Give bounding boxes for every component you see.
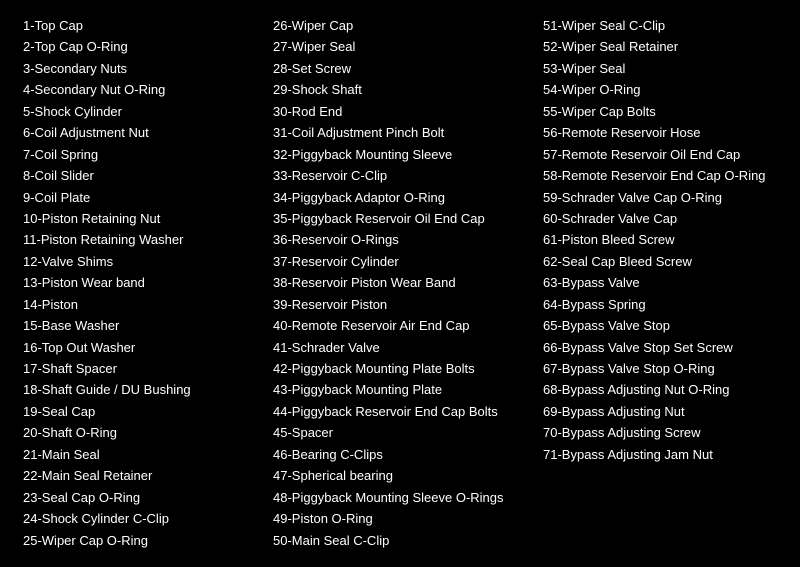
list-item: 33-Reservoir C-Clip: [273, 165, 527, 186]
list-item: 52-Wiper Seal Retainer: [543, 36, 777, 57]
list-item: 30-Rod End: [273, 101, 527, 122]
list-item: 13-Piston Wear band: [23, 272, 257, 293]
list-item: 53-Wiper Seal: [543, 58, 777, 79]
list-item: 14-Piston: [23, 294, 257, 315]
list-item: 59-Schrader Valve Cap O-Ring: [543, 187, 777, 208]
list-item: 20-Shaft O-Ring: [23, 422, 257, 443]
list-item: 49-Piston O-Ring: [273, 508, 527, 529]
list-item: 61-Piston Bleed Screw: [543, 229, 777, 250]
list-item: 56-Remote Reservoir Hose: [543, 122, 777, 143]
list-item: 60-Schrader Valve Cap: [543, 208, 777, 229]
list-item: 50-Main Seal C-Clip: [273, 530, 527, 551]
list-item: 48-Piggyback Mounting Sleeve O-Rings: [273, 487, 527, 508]
list-item: 17-Shaft Spacer: [23, 358, 257, 379]
list-item: 28-Set Screw: [273, 58, 527, 79]
list-item: 66-Bypass Valve Stop Set Screw: [543, 337, 777, 358]
list-item: 26-Wiper Cap: [273, 15, 527, 36]
list-item: 23-Seal Cap O-Ring: [23, 487, 257, 508]
list-item: 21-Main Seal: [23, 444, 257, 465]
list-item: 34-Piggyback Adaptor O-Ring: [273, 187, 527, 208]
list-item: 4-Secondary Nut O-Ring: [23, 79, 257, 100]
list-item: 37-Reservoir Cylinder: [273, 251, 527, 272]
list-item: 27-Wiper Seal: [273, 36, 527, 57]
list-item: 44-Piggyback Reservoir End Cap Bolts: [273, 401, 527, 422]
list-item: 29-Shock Shaft: [273, 79, 527, 100]
column-3: 51-Wiper Seal C-Clip52-Wiper Seal Retain…: [535, 10, 785, 556]
list-item: 64-Bypass Spring: [543, 294, 777, 315]
list-item: 65-Bypass Valve Stop: [543, 315, 777, 336]
list-item: 68-Bypass Adjusting Nut O-Ring: [543, 379, 777, 400]
list-item: 63-Bypass Valve: [543, 272, 777, 293]
list-item: 12-Valve Shims: [23, 251, 257, 272]
list-item: 18-Shaft Guide / DU Bushing: [23, 379, 257, 400]
list-item: 24-Shock Cylinder C-Clip: [23, 508, 257, 529]
list-item: 40-Remote Reservoir Air End Cap: [273, 315, 527, 336]
list-item: 70-Bypass Adjusting Screw: [543, 422, 777, 443]
list-item: 38-Reservoir Piston Wear Band: [273, 272, 527, 293]
list-item: 10-Piston Retaining Nut: [23, 208, 257, 229]
list-item: 36-Reservoir O-Rings: [273, 229, 527, 250]
column-1: 1-Top Cap2-Top Cap O-Ring3-Secondary Nut…: [15, 10, 265, 556]
list-item: 45-Spacer: [273, 422, 527, 443]
list-item: 42-Piggyback Mounting Plate Bolts: [273, 358, 527, 379]
list-item: 41-Schrader Valve: [273, 337, 527, 358]
list-item: 31-Coil Adjustment Pinch Bolt: [273, 122, 527, 143]
list-item: 58-Remote Reservoir End Cap O-Ring: [543, 165, 777, 186]
list-item: 55-Wiper Cap Bolts: [543, 101, 777, 122]
list-item: 5-Shock Cylinder: [23, 101, 257, 122]
list-item: 3-Secondary Nuts: [23, 58, 257, 79]
list-item: 35-Piggyback Reservoir Oil End Cap: [273, 208, 527, 229]
list-item: 19-Seal Cap: [23, 401, 257, 422]
list-item: 9-Coil Plate: [23, 187, 257, 208]
list-item: 71-Bypass Adjusting Jam Nut: [543, 444, 777, 465]
list-item: 16-Top Out Washer: [23, 337, 257, 358]
list-item: 39-Reservoir Piston: [273, 294, 527, 315]
list-item: 11-Piston Retaining Washer: [23, 229, 257, 250]
list-item: 57-Remote Reservoir Oil End Cap: [543, 144, 777, 165]
list-item: 6-Coil Adjustment Nut: [23, 122, 257, 143]
list-item: 46-Bearing C-Clips: [273, 444, 527, 465]
list-item: 69-Bypass Adjusting Nut: [543, 401, 777, 422]
list-item: 32-Piggyback Mounting Sleeve: [273, 144, 527, 165]
list-item: 25-Wiper Cap O-Ring: [23, 530, 257, 551]
list-item: 51-Wiper Seal C-Clip: [543, 15, 777, 36]
list-item: 1-Top Cap: [23, 15, 257, 36]
list-item: 2-Top Cap O-Ring: [23, 36, 257, 57]
parts-list: 1-Top Cap2-Top Cap O-Ring3-Secondary Nut…: [15, 10, 785, 556]
list-item: 7-Coil Spring: [23, 144, 257, 165]
list-item: 62-Seal Cap Bleed Screw: [543, 251, 777, 272]
list-item: 67-Bypass Valve Stop O-Ring: [543, 358, 777, 379]
list-item: 22-Main Seal Retainer: [23, 465, 257, 486]
list-item: 43-Piggyback Mounting Plate: [273, 379, 527, 400]
list-item: 8-Coil Slider: [23, 165, 257, 186]
list-item: 54-Wiper O-Ring: [543, 79, 777, 100]
list-item: 15-Base Washer: [23, 315, 257, 336]
column-2: 26-Wiper Cap27-Wiper Seal28-Set Screw29-…: [265, 10, 535, 556]
list-item: 47-Spherical bearing: [273, 465, 527, 486]
